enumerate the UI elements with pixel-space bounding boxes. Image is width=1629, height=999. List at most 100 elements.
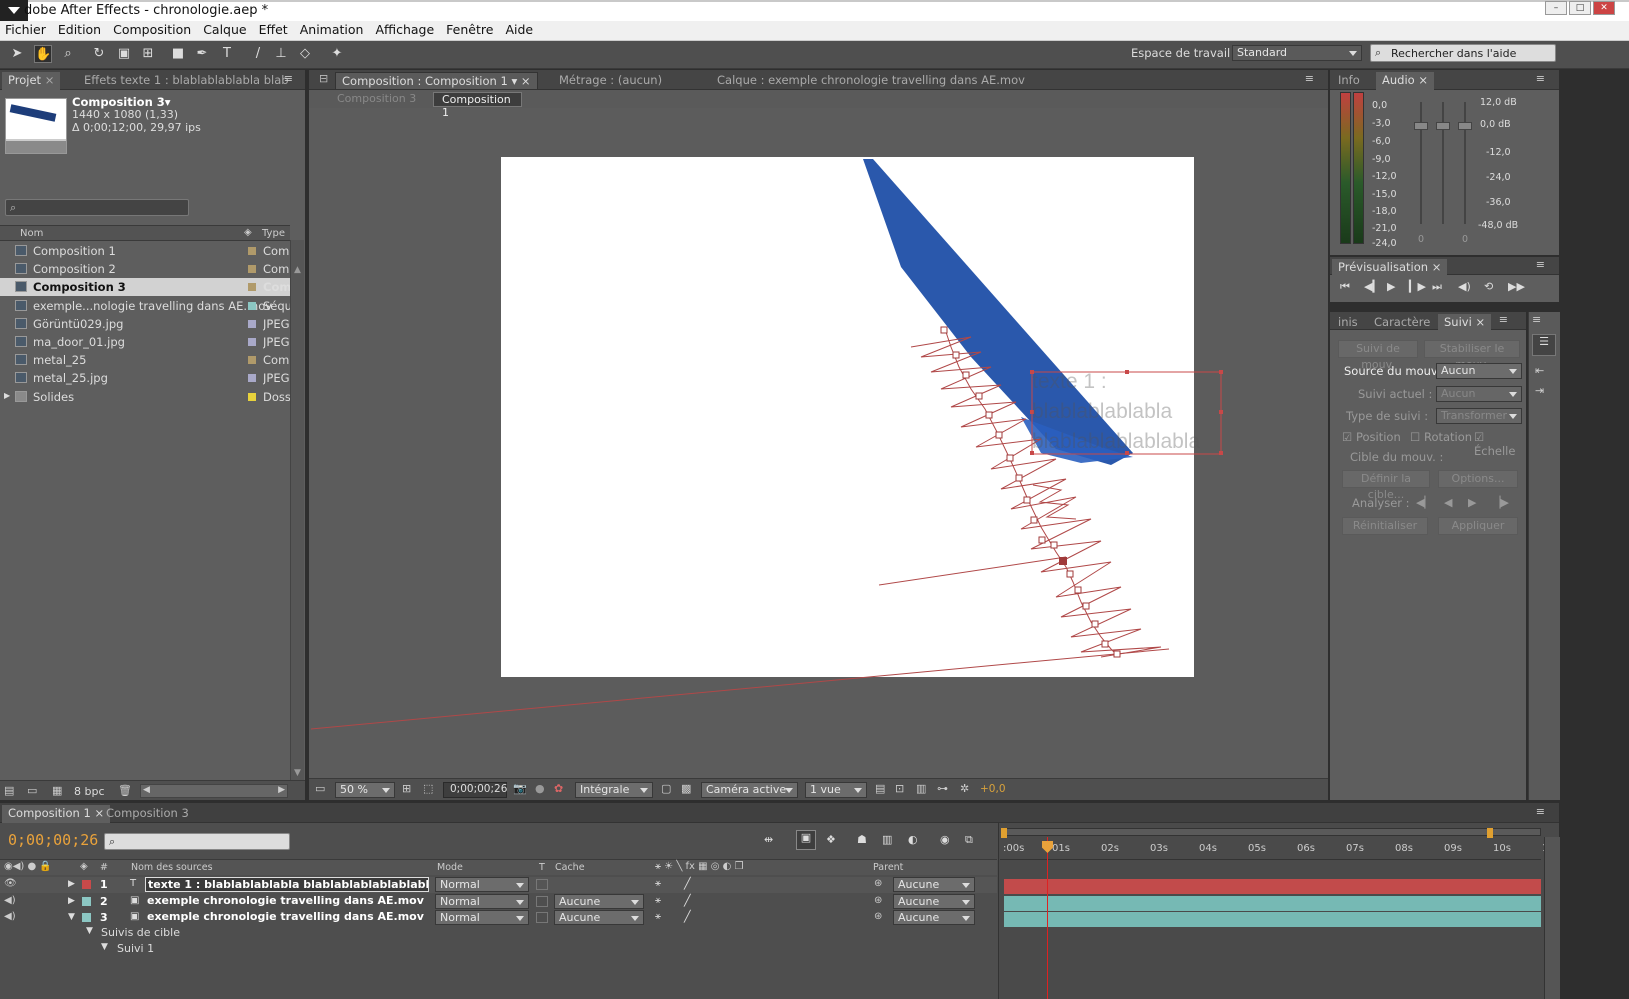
zoom-tool-icon[interactable]: ⌕ [59, 45, 77, 63]
zoom-select[interactable]: 50 % [335, 782, 395, 798]
tab-tracker[interactable]: Suivi × [1438, 314, 1492, 330]
track-matte-select[interactable]: Aucune [554, 910, 644, 925]
indent-left-icon[interactable]: ⇤ [1535, 364, 1544, 377]
tab-composition[interactable]: Composition : Composition 1 ▾ × [335, 72, 538, 90]
indent-first-icon[interactable]: ⇥ [1535, 384, 1544, 397]
time-ruler-area[interactable]: :00s01s02s03s04s05s06s07s08s09s10s11 [998, 823, 1560, 999]
rectangle-tool-icon[interactable]: ■ [169, 45, 187, 63]
project-item[interactable]: exemple...nologie travelling dans AE.mov… [0, 297, 302, 315]
label-color-swatch[interactable] [248, 374, 256, 383]
layer-name[interactable]: exemple chronologie travelling dans AE.m… [145, 910, 426, 925]
close-icon[interactable]: ✕ [1593, 1, 1615, 15]
menu-calque[interactable]: Calque [198, 21, 253, 40]
composition-canvas[interactable]: texte 1 : blablablablabla blablablablabl… [310, 157, 1223, 730]
new-composition-icon[interactable]: ▦ [52, 784, 62, 797]
first-frame-icon[interactable]: ⏮ [1340, 280, 1350, 294]
interpret-footage-icon[interactable]: ▤ [4, 784, 14, 797]
project-item[interactable]: metal_25.jpg JPEG [0, 369, 302, 387]
fast-previews-icon[interactable]: ⊡ [895, 782, 904, 795]
resolution-select[interactable]: Intégrale [575, 782, 653, 798]
menu-effet[interactable]: Effet [254, 21, 295, 40]
eye-icon[interactable]: 👁 [4, 878, 17, 889]
col-name[interactable]: Nom [20, 228, 43, 239]
menu-fenetre[interactable]: Fenêtre [441, 21, 500, 40]
label-color-swatch[interactable] [248, 356, 256, 365]
work-area-start-handle[interactable] [1001, 828, 1007, 838]
col-type[interactable]: Type [262, 228, 285, 239]
trash-icon[interactable]: 🗑 [118, 784, 132, 797]
preserve-transparency-checkbox[interactable] [536, 912, 548, 923]
always-preview-icon[interactable]: ▭ [315, 782, 325, 795]
selection-tool-icon[interactable]: ➤ [8, 45, 26, 63]
expand-arrow-icon[interactable]: ▶ [68, 879, 75, 889]
new-folder-icon[interactable]: ▭ [27, 784, 37, 797]
pen-tool-icon[interactable]: ✒ [193, 45, 211, 63]
panel-menu-icon[interactable]: ≡ [1536, 805, 1545, 818]
snapshot-icon[interactable]: 📷 [513, 782, 527, 795]
menu-animation[interactable]: Animation [295, 21, 371, 40]
safe-zones-icon[interactable]: ⊞ [402, 782, 411, 795]
menu-affichage[interactable]: Affichage [370, 21, 441, 40]
av-switches-icon[interactable]: ◉◀) ● 🔒 [4, 861, 52, 872]
expand-arrow-icon[interactable]: ▶ [68, 896, 75, 906]
shy-switch-icon[interactable]: ⚹ [655, 878, 661, 889]
tab-audio[interactable]: Audio × [1376, 72, 1434, 90]
tab-composition-3[interactable]: Composition 3 [100, 805, 195, 821]
maximize-icon[interactable]: □ [1569, 1, 1591, 15]
layer-label-color[interactable] [82, 896, 91, 906]
workspace-select[interactable]: Standard [1232, 45, 1362, 61]
project-item[interactable]: metal_25 Comp [0, 351, 302, 369]
live-update-icon[interactable]: ▣ [796, 830, 816, 850]
comp-mini-flowchart-icon[interactable]: ⇹ [764, 833, 773, 846]
layer-name[interactable]: texte 1 : blablablablabla blablablablabl… [145, 877, 429, 892]
eye-icon[interactable]: ◀) [4, 911, 16, 922]
project-item[interactable]: Görüntü029.jpg JPEG [0, 315, 302, 333]
parent-select[interactable]: Aucune [893, 893, 975, 909]
breadcrumb-composition-3[interactable]: Composition 3 [337, 92, 416, 105]
quality-switch-icon[interactable]: ╱ [684, 910, 691, 923]
track-type-select[interactable]: Transformer [1436, 408, 1522, 424]
frame-blending-icon[interactable]: ▥ [882, 833, 892, 846]
transparency-grid-icon[interactable]: ▩ [681, 782, 691, 795]
project-item[interactable]: ma_door_01.jpg JPEG [0, 333, 302, 351]
preserve-transparency-checkbox[interactable] [536, 879, 548, 890]
parent-select[interactable]: Aucune [893, 910, 975, 925]
ram-preview-icon[interactable]: ▶▶ [1508, 280, 1525, 293]
region-of-interest-icon[interactable]: ▢ [661, 782, 671, 795]
timeline-scrollbar[interactable] [1544, 837, 1560, 999]
rotate-tool-icon[interactable]: ↻ [90, 45, 108, 63]
layer-mode-select[interactable]: Normal [435, 893, 529, 909]
layer-label-color[interactable] [82, 913, 91, 922]
label-tag-icon[interactable]: ◈ [244, 227, 252, 238]
stabilize-motion-button[interactable]: Stabiliser le mouv. [1424, 340, 1520, 371]
menu-fichier[interactable]: Fichier [0, 21, 53, 40]
layer-2-bar[interactable] [1004, 896, 1541, 911]
brainstorm-icon[interactable]: ⧉ [965, 833, 973, 847]
panel-menu-icon[interactable]: ≡ [1532, 313, 1541, 326]
label-tag-icon[interactable]: ◈ [80, 861, 88, 872]
layer-mode-select[interactable]: Normal [435, 910, 529, 925]
next-frame-icon[interactable]: ▎▶ [1409, 280, 1426, 293]
audio-slider-right-handle[interactable] [1458, 122, 1472, 130]
reset-button[interactable]: Réinitialiser [1342, 517, 1428, 535]
analyze-forward-icon[interactable]: ▶ [1468, 496, 1476, 509]
panel-menu-icon[interactable]: ≡ [1499, 313, 1508, 326]
eraser-tool-icon[interactable]: ◇ [296, 45, 314, 63]
layer-label-color[interactable] [82, 880, 91, 889]
label-color-swatch[interactable] [248, 283, 256, 292]
rotation-checkbox[interactable]: ☐ Rotation [1410, 430, 1472, 444]
label-color-swatch[interactable] [248, 392, 256, 401]
audio-slider-left-handle[interactable] [1414, 122, 1428, 130]
puppet-tool-icon[interactable]: ✦ [328, 45, 346, 63]
preserve-transparency-checkbox[interactable] [536, 895, 548, 907]
flowchart-icon[interactable]: ⊶ [937, 782, 948, 795]
work-area-end-handle[interactable] [1487, 828, 1493, 838]
tab-layer[interactable]: Calque : exemple chronologie travelling … [711, 72, 1031, 88]
project-scrollbar[interactable]: ▲ ▼ [290, 240, 304, 780]
tab-effects[interactable]: Effets texte 1 : blablablablabla blabla [78, 72, 288, 88]
analyze-back-icon[interactable]: ◀ [1444, 496, 1452, 509]
define-target-button[interactable]: Définir la cible... [1342, 470, 1430, 501]
expand-arrow-icon[interactable]: ▼ [68, 912, 75, 922]
analyze-back-frame-icon[interactable]: ◀▏ [1416, 496, 1433, 509]
eye-icon[interactable]: ◀) [4, 895, 16, 906]
